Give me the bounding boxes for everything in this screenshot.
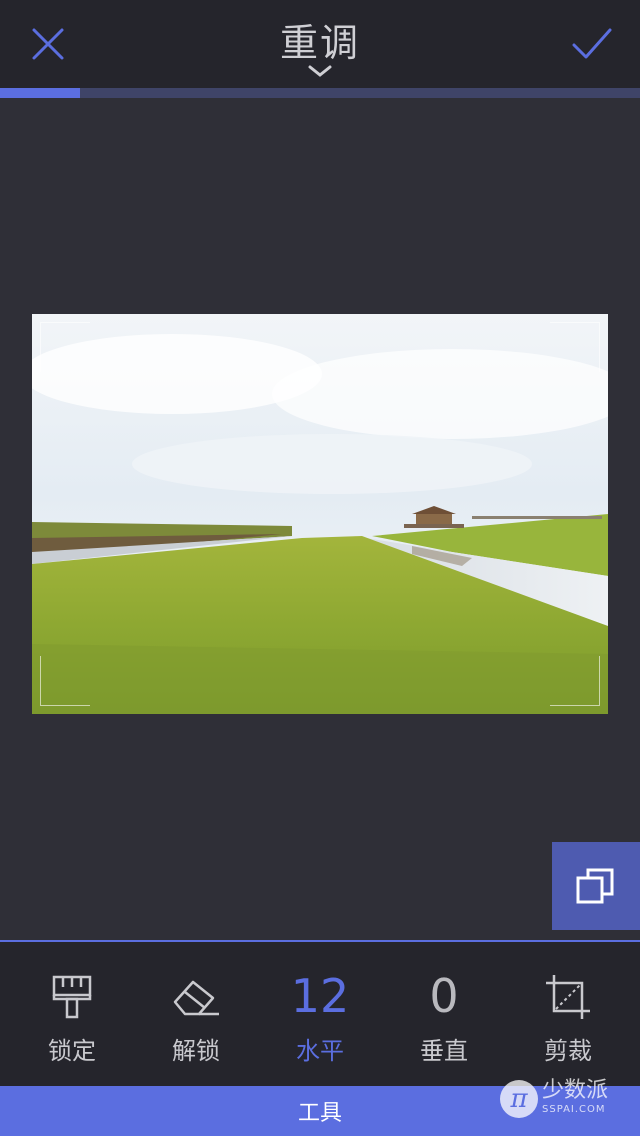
- title-dropdown[interactable]: 重调: [220, 18, 420, 77]
- tool-vertical[interactable]: 0 垂直: [380, 942, 508, 1086]
- watermark-domain: SSPAI.COM: [542, 1104, 606, 1115]
- top-bar: 重调: [0, 0, 640, 88]
- tool-horizontal-label: 水平: [296, 1037, 344, 1065]
- chevron-down-icon: [308, 65, 332, 77]
- tool-bar: 锁定 解锁 12 水平 0 垂直 剪裁: [0, 942, 640, 1086]
- crop-corner-bottom-left[interactable]: [40, 656, 90, 706]
- tool-vertical-label: 垂直: [420, 1037, 468, 1065]
- horizontal-value: 12: [290, 969, 350, 1023]
- page-title: 重调: [279, 21, 360, 65]
- crop-corner-bottom-right[interactable]: [550, 656, 600, 706]
- tool-crop-label: 剪裁: [544, 1037, 592, 1065]
- tool-lock-label: 锁定: [48, 1037, 96, 1065]
- aspect-switch-icon: [576, 868, 614, 904]
- close-button[interactable]: [24, 20, 72, 68]
- confirm-button[interactable]: [568, 20, 616, 68]
- eraser-icon: [171, 972, 221, 1022]
- landscape-photo: [32, 314, 608, 714]
- tab-tools-label: 工具: [297, 1101, 342, 1126]
- checkmark-icon: [572, 28, 612, 59]
- progress-fill: [0, 88, 80, 98]
- close-icon: [32, 28, 64, 60]
- tool-horizontal[interactable]: 12 水平: [256, 942, 384, 1086]
- progress-track: [0, 88, 640, 98]
- compare-button[interactable]: [552, 842, 640, 930]
- brush-icon: [47, 972, 97, 1022]
- watermark: π 少数派 SSPAI.COM: [500, 1078, 630, 1122]
- tool-unlock-label: 解锁: [172, 1037, 220, 1065]
- crop-icon: [543, 972, 593, 1022]
- tool-crop[interactable]: 剪裁: [504, 942, 632, 1086]
- watermark-logo: π: [500, 1080, 538, 1118]
- tool-lock[interactable]: 锁定: [8, 942, 136, 1086]
- watermark-brand: 少数派: [542, 1078, 609, 1103]
- crop-corner-top-right[interactable]: [550, 322, 600, 372]
- crop-corner-top-left[interactable]: [40, 322, 90, 372]
- vertical-value: 0: [429, 969, 459, 1023]
- photo-preview[interactable]: [32, 314, 608, 714]
- tool-unlock[interactable]: 解锁: [132, 942, 260, 1086]
